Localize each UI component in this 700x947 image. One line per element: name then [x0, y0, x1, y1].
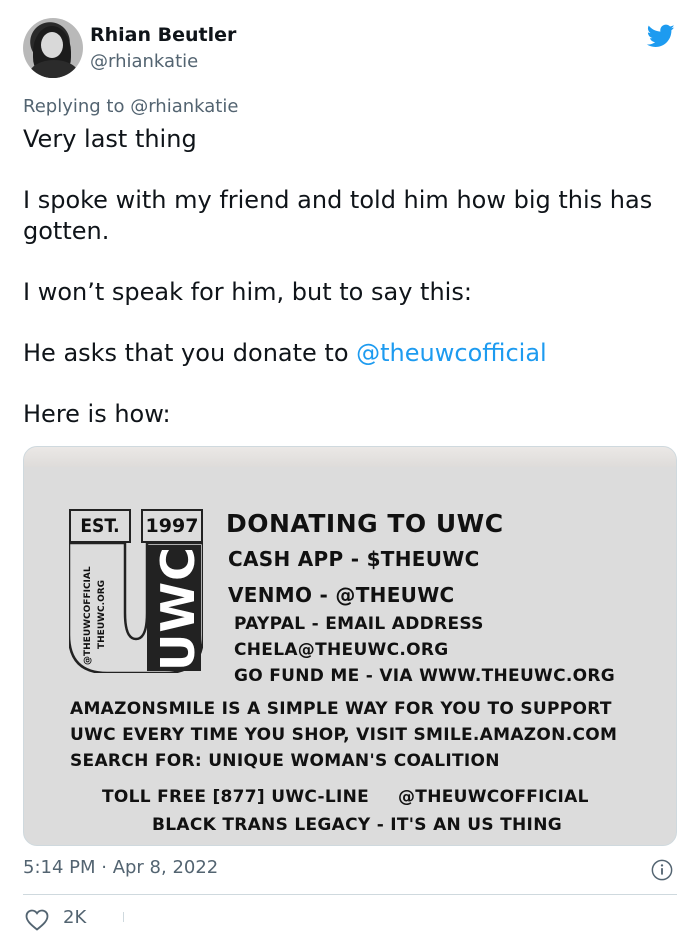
gofundme-line: GO FUND ME - VIA WWW.THEUWC.ORG — [234, 666, 616, 686]
info-icon[interactable] — [651, 859, 673, 881]
amazon-line-1: AMAZONSMILE IS A SIMPLE WAY FOR YOU TO S… — [70, 699, 612, 719]
twitter-bird-icon[interactable] — [645, 22, 677, 50]
cashapp-line: CASH APP - $THEUWC — [228, 547, 480, 571]
logo-est: EST. — [69, 509, 131, 543]
replying-prefix: Replying to — [23, 96, 125, 117]
official-handle-line: @THEUWCOFFICIAL — [398, 787, 589, 807]
venmo-line: VENMO - @THEUWC — [228, 583, 455, 607]
tweet-line: I spoke with my friend and told him how … — [23, 186, 653, 245]
like-count[interactable]: 2K — [63, 907, 86, 928]
logo-brand: UWC — [151, 546, 205, 671]
logo-side-handle: @THEUWCOFFICIAL — [83, 566, 93, 665]
action-bar: 2K — [23, 904, 677, 934]
image-title: DONATING TO UWC — [226, 509, 504, 538]
theuwcofficial-mention-link[interactable]: @theuwcofficial — [356, 339, 547, 367]
reply-mention-link[interactable]: @rhiankatie — [130, 96, 238, 117]
tweet-header: Rhian Beutler @rhiankatie — [23, 18, 677, 80]
tollfree-line: TOLL FREE [877] UWC-LINE — [102, 787, 370, 807]
divider — [23, 894, 677, 895]
tweet-line: He asks that you donate to @theuwcoffici… — [23, 338, 673, 369]
amazon-line-2: UWC EVERY TIME YOU SHOP, VISIT SMILE.AMA… — [70, 725, 618, 745]
avatar[interactable] — [23, 18, 83, 78]
legacy-line: BLACK TRANS LEGACY - IT'S AN US THING — [152, 815, 562, 835]
uwc-logo: EST. 1997 @THEUWCOFFICIAL THEUWC.ORG UWC — [69, 509, 209, 673]
tweet-text: Very last thing I spoke with my friend a… — [23, 124, 673, 430]
tweet-image[interactable]: EST. 1997 @THEUWCOFFICIAL THEUWC.ORG UWC… — [23, 446, 677, 846]
tweet-line-prefix: He asks that you donate to — [23, 339, 357, 367]
tweet-line: Here is how: — [23, 400, 171, 428]
email-line: CHELA@THEUWC.ORG — [234, 640, 449, 660]
logo-year: 1997 — [141, 509, 203, 543]
tweet-line: Very last thing — [23, 125, 197, 153]
author-name[interactable]: Rhian Beutler — [90, 24, 236, 46]
tweet-timestamp[interactable]: 5:14 PM · Apr 8, 2022 — [23, 857, 218, 878]
tweet-line: I won’t speak for him, but to say this: — [23, 278, 472, 306]
paypal-line: PAYPAL - EMAIL ADDRESS — [234, 614, 484, 634]
amazon-line-3: SEARCH FOR: UNIQUE WOMAN'S COALITION — [70, 751, 500, 771]
logo-side-url: THEUWC.ORG — [97, 579, 107, 649]
heart-icon[interactable] — [25, 909, 49, 931]
author-handle[interactable]: @rhiankatie — [90, 51, 198, 72]
replying-to: Replying to @rhiankatie — [23, 96, 238, 117]
separator — [123, 912, 124, 922]
